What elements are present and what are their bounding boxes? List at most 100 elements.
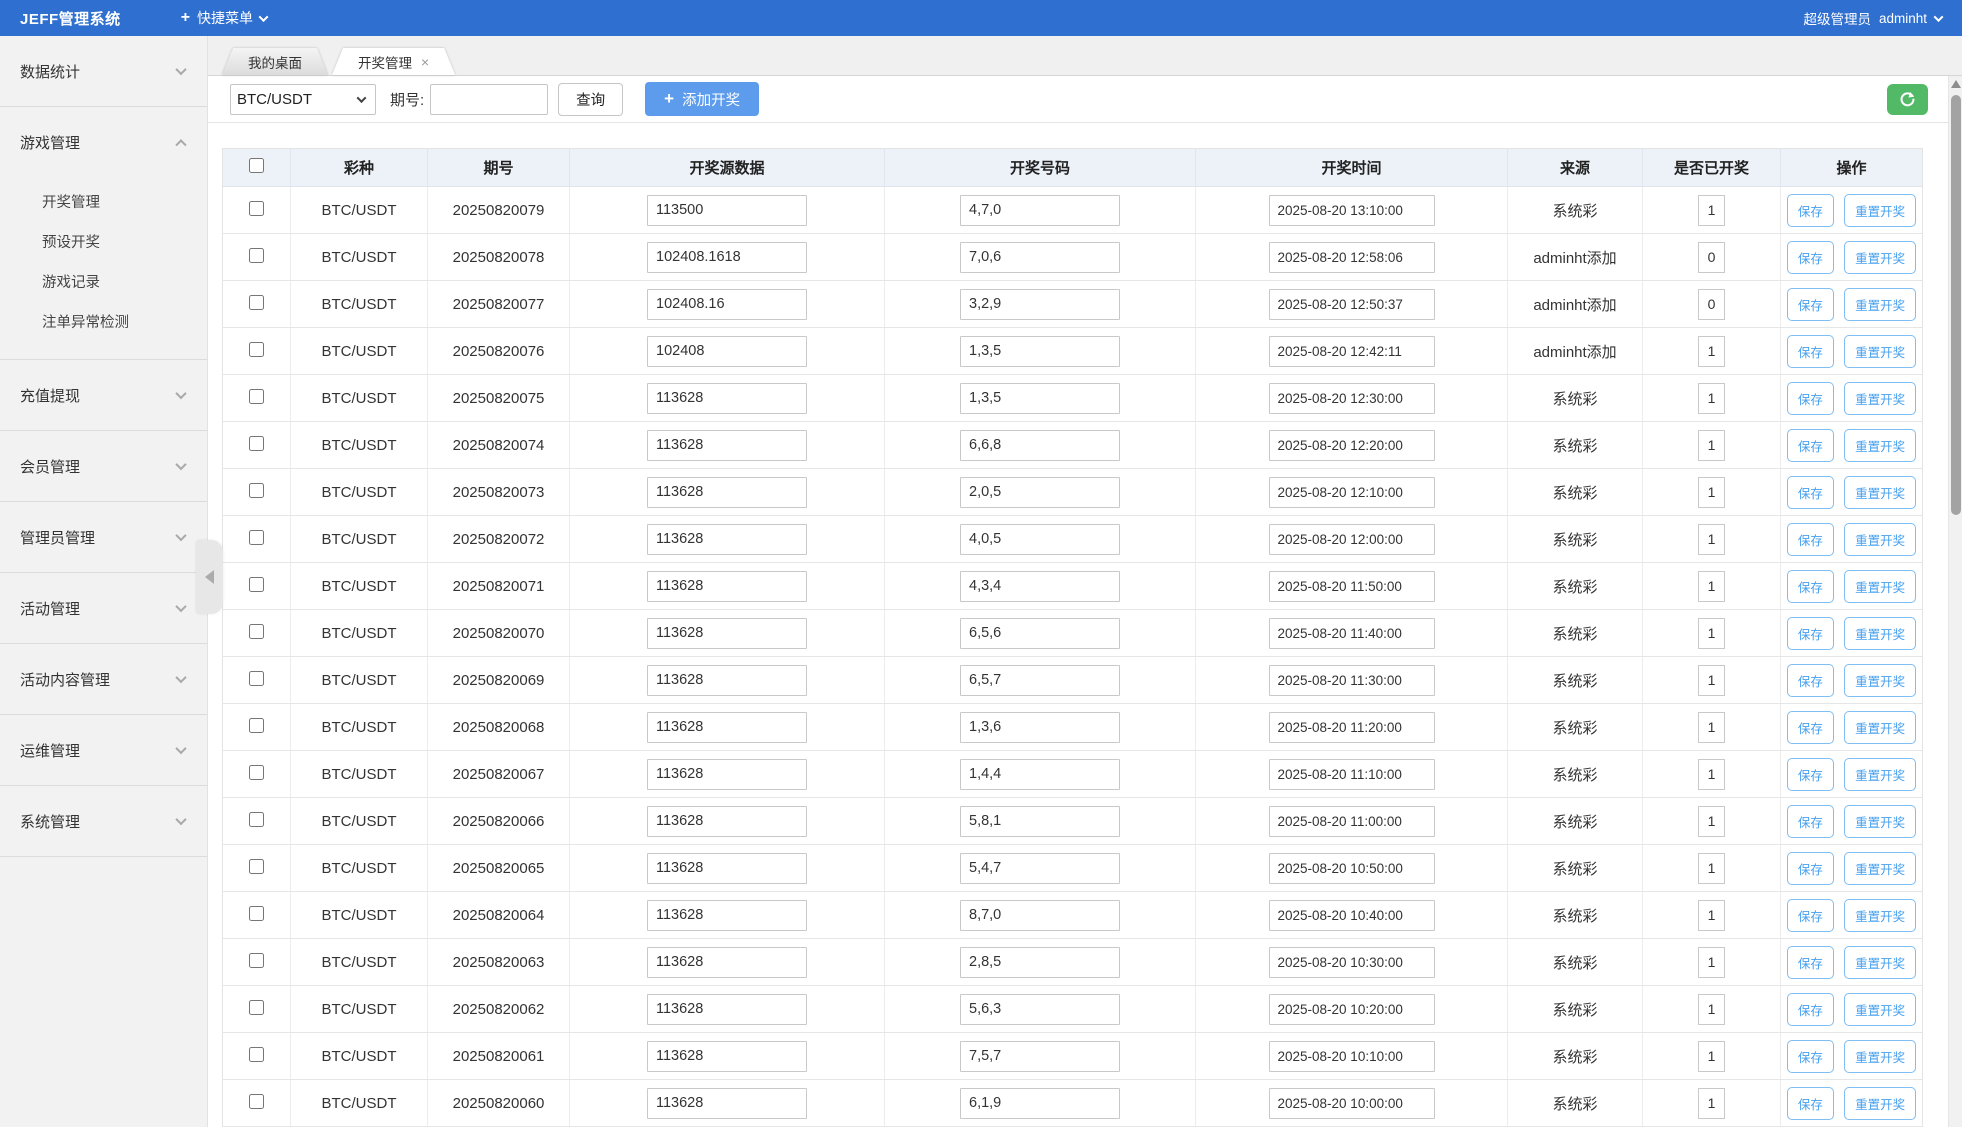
source-data-input[interactable] [647, 618, 807, 649]
search-button[interactable]: 查询 [558, 83, 623, 116]
reset-draw-button[interactable]: 重置开奖 [1844, 523, 1916, 556]
sidebar-item-activity-content-mgmt[interactable]: 活动内容管理 [0, 644, 207, 714]
scroll-up-arrow-icon[interactable] [1951, 80, 1961, 88]
source-data-input[interactable] [647, 1088, 807, 1119]
drawn-flag-input[interactable] [1698, 524, 1725, 555]
reset-draw-button[interactable]: 重置开奖 [1844, 429, 1916, 462]
row-checkbox[interactable] [249, 483, 264, 498]
source-data-input[interactable] [647, 477, 807, 508]
row-checkbox[interactable] [249, 1000, 264, 1015]
draw-numbers-input[interactable] [960, 853, 1120, 884]
sidebar-item-ops-mgmt[interactable]: 运维管理 [0, 715, 207, 785]
source-data-input[interactable] [647, 430, 807, 461]
draw-numbers-input[interactable] [960, 289, 1120, 320]
draw-numbers-input[interactable] [960, 430, 1120, 461]
draw-time-input[interactable] [1269, 900, 1435, 931]
reset-draw-button[interactable]: 重置开奖 [1844, 711, 1916, 744]
reset-draw-button[interactable]: 重置开奖 [1844, 335, 1916, 368]
save-button[interactable]: 保存 [1787, 664, 1834, 697]
source-data-input[interactable] [647, 524, 807, 555]
drawn-flag-input[interactable] [1698, 994, 1725, 1025]
save-button[interactable]: 保存 [1787, 758, 1834, 791]
vertical-scrollbar[interactable] [1948, 76, 1962, 1127]
save-button[interactable]: 保存 [1787, 194, 1834, 227]
draw-time-input[interactable] [1269, 759, 1435, 790]
tab-draw-mgmt[interactable]: 开奖管理 × [332, 48, 455, 75]
row-checkbox[interactable] [249, 812, 264, 827]
source-data-input[interactable] [647, 242, 807, 273]
save-button[interactable]: 保存 [1787, 946, 1834, 979]
drawn-flag-input[interactable] [1698, 383, 1725, 414]
sidebar-item-bet-anomaly-check[interactable]: 注单异常检测 [0, 301, 207, 341]
tab-my-desktop[interactable]: 我的桌面 [222, 48, 328, 75]
quick-menu-button[interactable]: + 快捷菜单 [181, 8, 267, 28]
drawn-flag-input[interactable] [1698, 242, 1725, 273]
drawn-flag-input[interactable] [1698, 900, 1725, 931]
draw-time-input[interactable] [1269, 477, 1435, 508]
reset-draw-button[interactable]: 重置开奖 [1844, 241, 1916, 274]
source-data-input[interactable] [647, 759, 807, 790]
row-checkbox[interactable] [249, 389, 264, 404]
draw-numbers-input[interactable] [960, 994, 1120, 1025]
draw-numbers-input[interactable] [960, 1088, 1120, 1119]
draw-time-input[interactable] [1269, 947, 1435, 978]
reset-draw-button[interactable]: 重置开奖 [1844, 617, 1916, 650]
sidebar-item-preset-draw[interactable]: 预设开奖 [0, 221, 207, 261]
reset-draw-button[interactable]: 重置开奖 [1844, 805, 1916, 838]
source-data-input[interactable] [647, 712, 807, 743]
source-data-input[interactable] [647, 994, 807, 1025]
refresh-button[interactable] [1887, 84, 1928, 115]
reset-draw-button[interactable]: 重置开奖 [1844, 382, 1916, 415]
drawn-flag-input[interactable] [1698, 430, 1725, 461]
drawn-flag-input[interactable] [1698, 806, 1725, 837]
source-data-input[interactable] [647, 1041, 807, 1072]
row-checkbox[interactable] [249, 530, 264, 545]
save-button[interactable]: 保存 [1787, 570, 1834, 603]
save-button[interactable]: 保存 [1787, 429, 1834, 462]
row-checkbox[interactable] [249, 718, 264, 733]
draw-time-input[interactable] [1269, 289, 1435, 320]
drawn-flag-input[interactable] [1698, 947, 1725, 978]
save-button[interactable]: 保存 [1787, 993, 1834, 1026]
draw-time-input[interactable] [1269, 618, 1435, 649]
draw-time-input[interactable] [1269, 994, 1435, 1025]
reset-draw-button[interactable]: 重置开奖 [1844, 1040, 1916, 1073]
drawn-flag-input[interactable] [1698, 477, 1725, 508]
sidebar-item-member-mgmt[interactable]: 会员管理 [0, 431, 207, 501]
save-button[interactable]: 保存 [1787, 899, 1834, 932]
reset-draw-button[interactable]: 重置开奖 [1844, 664, 1916, 697]
row-checkbox[interactable] [249, 624, 264, 639]
drawn-flag-input[interactable] [1698, 289, 1725, 320]
draw-time-input[interactable] [1269, 1041, 1435, 1072]
row-checkbox[interactable] [249, 859, 264, 874]
sidebar-item-activity-mgmt[interactable]: 活动管理 [0, 573, 207, 643]
sidebar-item-data-stats[interactable]: 数据统计 [0, 36, 207, 106]
sidebar-item-admin-mgmt[interactable]: 管理员管理 [0, 502, 207, 572]
save-button[interactable]: 保存 [1787, 523, 1834, 556]
draw-numbers-input[interactable] [960, 242, 1120, 273]
row-checkbox[interactable] [249, 765, 264, 780]
row-checkbox[interactable] [249, 295, 264, 310]
save-button[interactable]: 保存 [1787, 335, 1834, 368]
draw-time-input[interactable] [1269, 242, 1435, 273]
draw-numbers-input[interactable] [960, 524, 1120, 555]
source-data-input[interactable] [647, 336, 807, 367]
save-button[interactable]: 保存 [1787, 617, 1834, 650]
drawn-flag-input[interactable] [1698, 571, 1725, 602]
draw-numbers-input[interactable] [960, 477, 1120, 508]
source-data-input[interactable] [647, 665, 807, 696]
add-draw-button[interactable]: + 添加开奖 [645, 82, 759, 116]
row-checkbox[interactable] [249, 342, 264, 357]
save-button[interactable]: 保存 [1787, 288, 1834, 321]
save-button[interactable]: 保存 [1787, 1040, 1834, 1073]
row-checkbox[interactable] [249, 953, 264, 968]
draw-time-input[interactable] [1269, 195, 1435, 226]
save-button[interactable]: 保存 [1787, 476, 1834, 509]
save-button[interactable]: 保存 [1787, 1087, 1834, 1120]
row-checkbox[interactable] [249, 248, 264, 263]
reset-draw-button[interactable]: 重置开奖 [1844, 1087, 1916, 1120]
row-checkbox[interactable] [249, 577, 264, 592]
save-button[interactable]: 保存 [1787, 241, 1834, 274]
source-data-input[interactable] [647, 571, 807, 602]
source-data-input[interactable] [647, 383, 807, 414]
